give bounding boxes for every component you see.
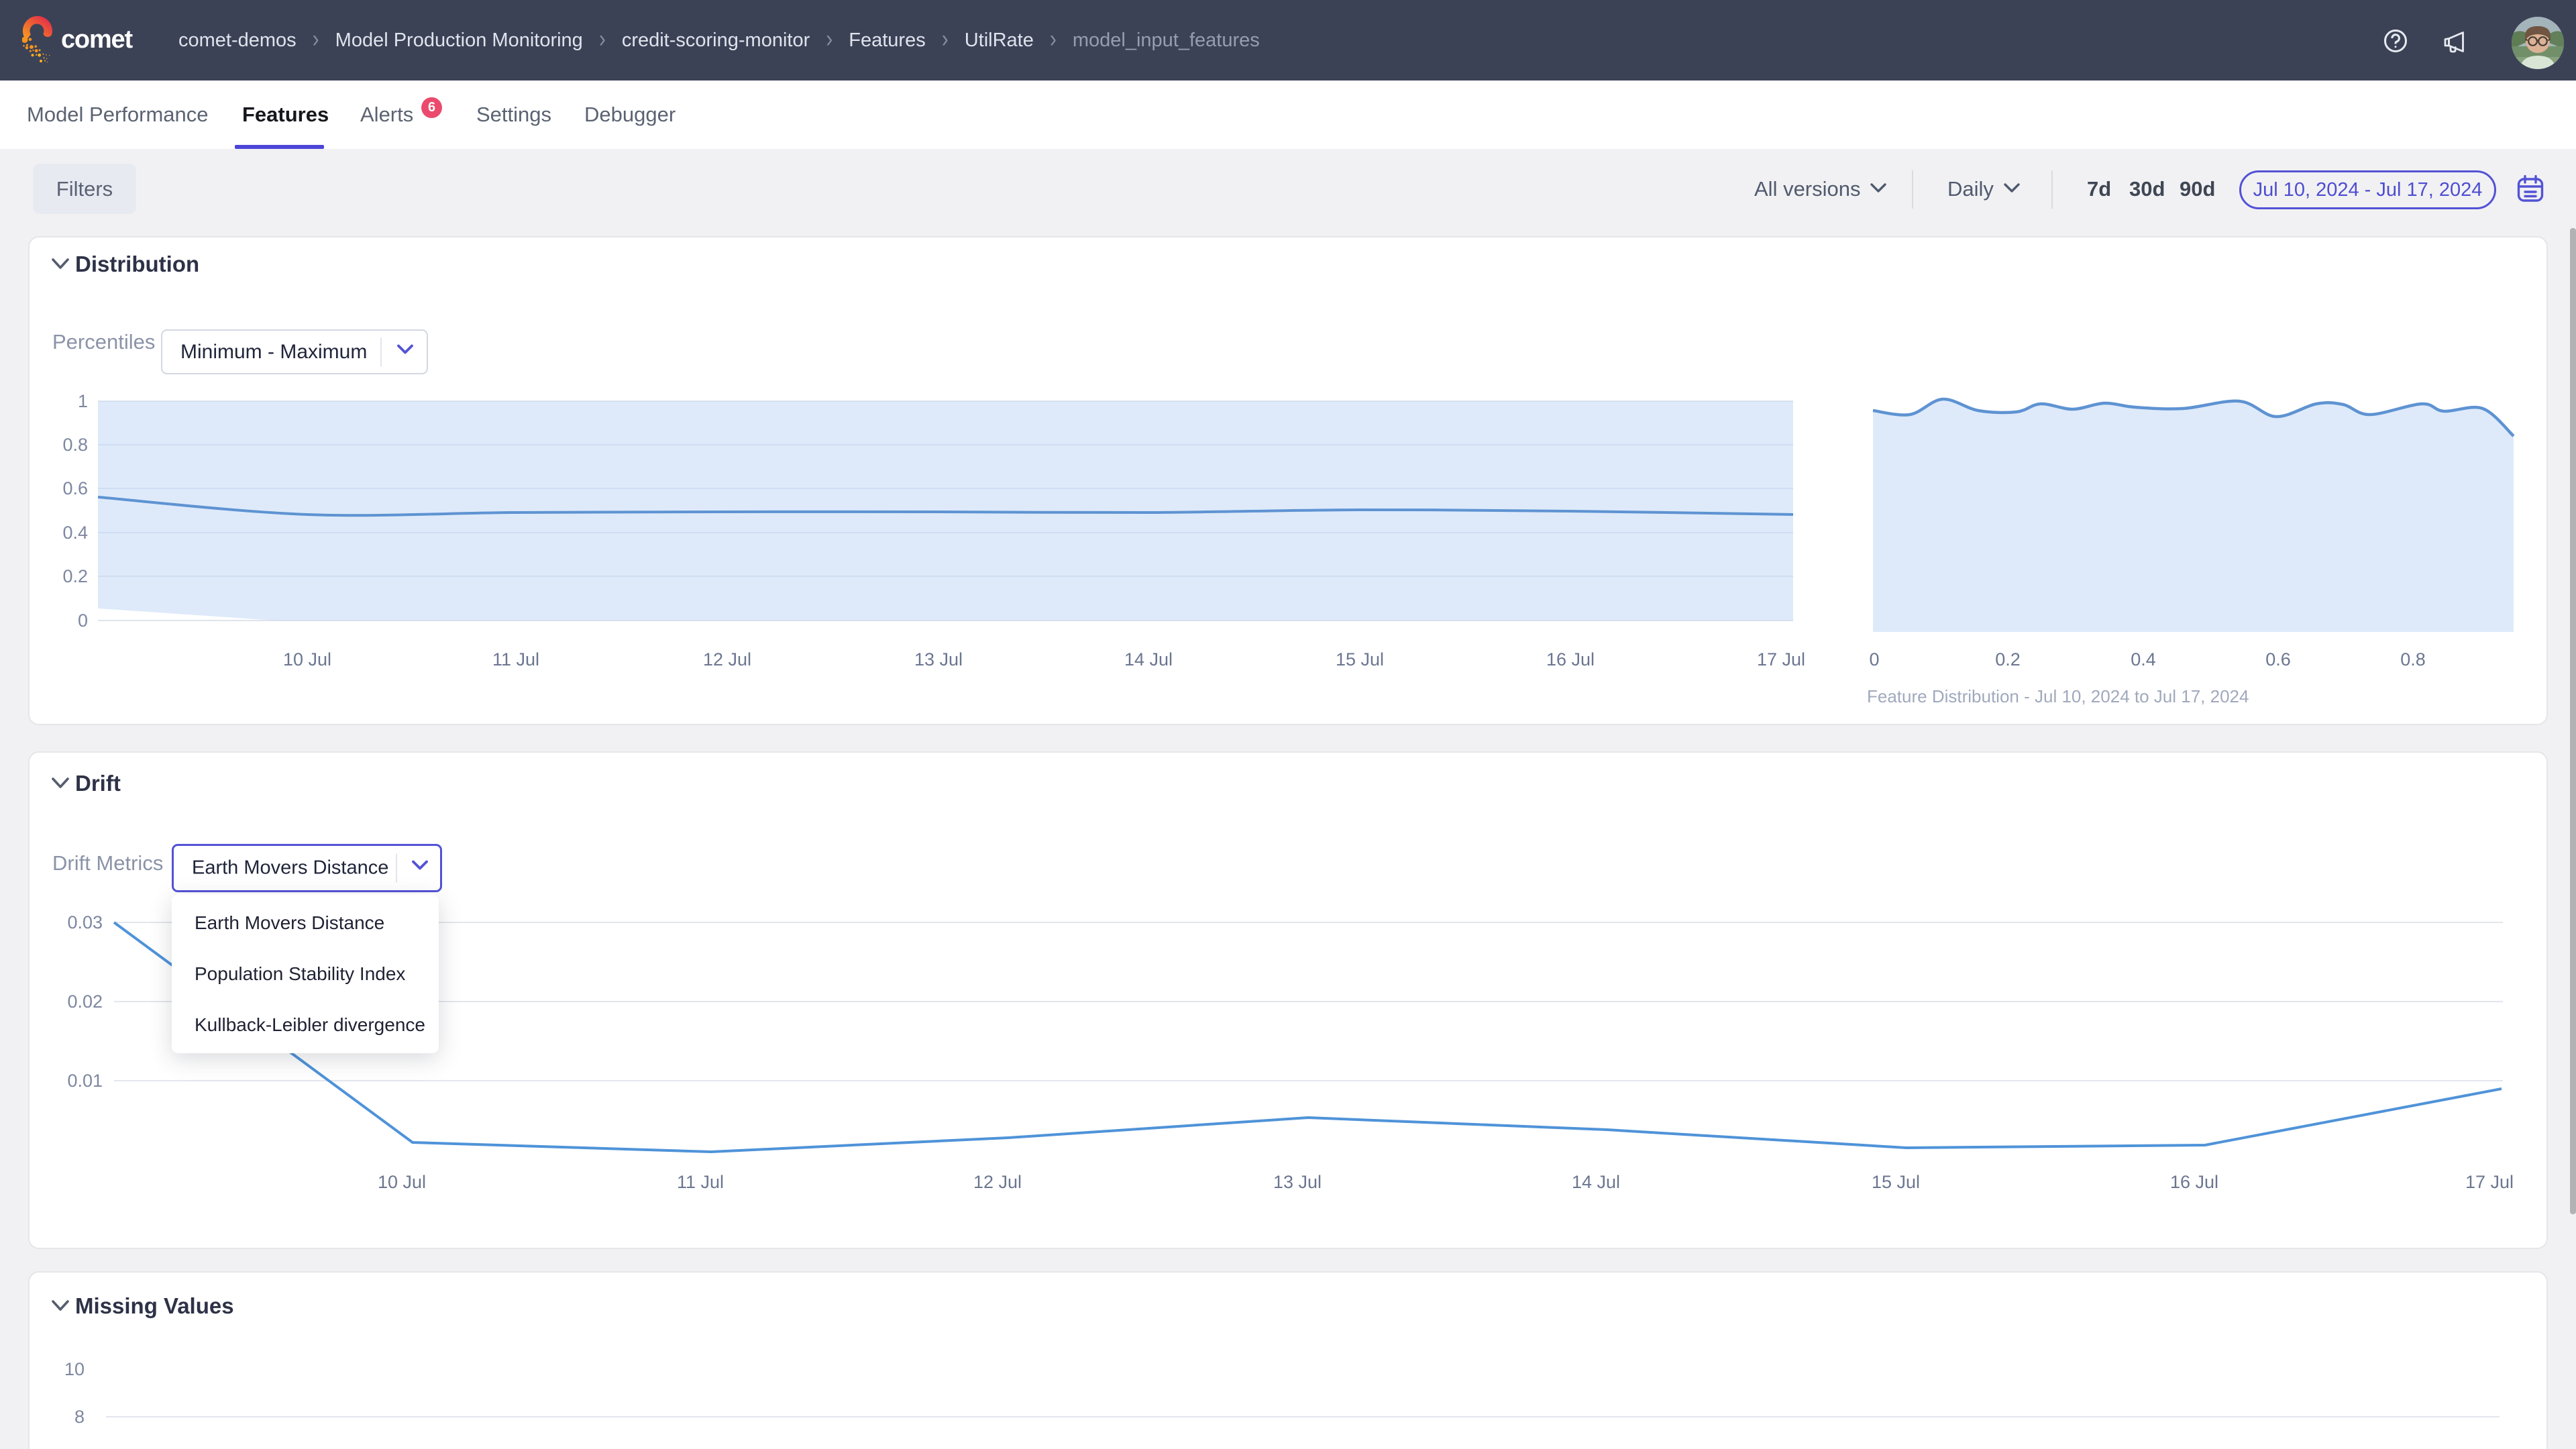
svg-text:16 Jul: 16 Jul [2170,1172,2218,1192]
svg-text:0.6: 0.6 [2265,649,2291,669]
svg-text:17 Jul: 17 Jul [1757,649,1805,669]
svg-text:0.2: 0.2 [62,566,88,586]
svg-text:10: 10 [64,1359,85,1379]
svg-text:0.4: 0.4 [62,523,88,543]
svg-text:11 Jul: 11 Jul [677,1172,724,1192]
svg-text:0: 0 [78,610,88,631]
svg-text:13 Jul: 13 Jul [914,649,963,669]
svg-text:15 Jul: 15 Jul [1872,1172,1920,1192]
svg-text:0.6: 0.6 [62,478,88,498]
svg-text:14 Jul: 14 Jul [1124,649,1173,669]
svg-text:12 Jul: 12 Jul [973,1172,1022,1192]
svg-text:12 Jul: 12 Jul [703,649,751,669]
svg-text:0.03: 0.03 [67,912,103,932]
svg-text:17 Jul: 17 Jul [2465,1172,2514,1192]
svg-text:13 Jul: 13 Jul [1273,1172,1322,1192]
svg-text:0.4: 0.4 [2131,649,2156,669]
svg-text:0.02: 0.02 [67,991,103,1012]
svg-text:0.01: 0.01 [67,1071,103,1091]
svg-text:10 Jul: 10 Jul [378,1172,426,1192]
svg-text:1: 1 [78,391,88,411]
svg-text:0.8: 0.8 [62,435,88,455]
svg-text:0.2: 0.2 [1995,649,2021,669]
svg-text:15 Jul: 15 Jul [1336,649,1384,669]
svg-text:14 Jul: 14 Jul [1572,1172,1620,1192]
svg-text:0: 0 [1869,649,1879,669]
svg-text:Feature Distribution - Jul 10,: Feature Distribution - Jul 10, 2024 to J… [1867,686,2249,706]
svg-text:16 Jul: 16 Jul [1546,649,1595,669]
svg-text:0.8: 0.8 [2400,649,2426,669]
svg-text:10 Jul: 10 Jul [283,649,331,669]
svg-text:8: 8 [74,1407,85,1427]
svg-text:11 Jul: 11 Jul [492,649,539,669]
